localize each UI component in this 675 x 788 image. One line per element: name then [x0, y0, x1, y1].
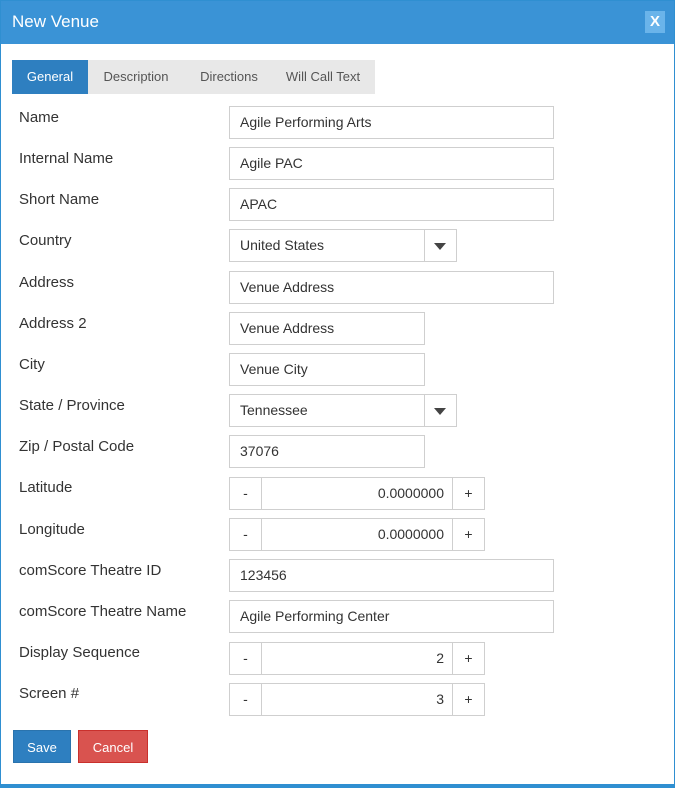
screen-input[interactable]: 3 [262, 684, 452, 715]
screen-stepper: - 3 + [229, 683, 485, 716]
screen-label: Screen # [19, 685, 80, 702]
close-icon[interactable]: X [645, 11, 665, 33]
short-name-field[interactable]: APAC [229, 188, 554, 221]
longitude-decrement-button[interactable]: - [230, 519, 262, 550]
tab-bar: General Description Directions Will Call… [12, 60, 375, 94]
state-value: Tennessee [240, 402, 308, 418]
tab-general[interactable]: General [12, 60, 88, 94]
screen-increment-button[interactable]: + [452, 684, 484, 715]
longitude-input[interactable]: 0.0000000 [262, 519, 452, 550]
internal-name-label: Internal Name [19, 150, 114, 167]
cancel-button[interactable]: Cancel [78, 730, 148, 763]
country-select[interactable]: United States [229, 229, 457, 262]
zip-label: Zip / Postal Code [19, 438, 135, 455]
tab-directions[interactable]: Directions [187, 60, 271, 94]
zip-field[interactable]: 37076 [229, 435, 425, 468]
name-field[interactable]: Agile Performing Arts [229, 106, 554, 139]
state-select[interactable]: Tennessee [229, 394, 457, 427]
address-label: Address [19, 274, 75, 291]
city-label: City [19, 356, 45, 373]
comscore-id-field[interactable]: 123456 [229, 559, 554, 592]
longitude-stepper: - 0.0000000 + [229, 518, 485, 551]
display-sequence-input[interactable]: 2 [262, 643, 452, 674]
latitude-decrement-button[interactable]: - [230, 478, 262, 509]
display-sequence-increment-button[interactable]: + [452, 643, 484, 674]
short-name-label: Short Name [19, 191, 100, 208]
comscore-name-label: comScore Theatre Name [19, 603, 187, 620]
latitude-stepper: - 0.0000000 + [229, 477, 485, 510]
address-field[interactable]: Venue Address [229, 271, 554, 304]
address2-field[interactable]: Venue Address [229, 312, 425, 345]
longitude-label: Longitude [19, 521, 85, 538]
city-field[interactable]: Venue City [229, 353, 425, 386]
country-label: Country [19, 232, 72, 249]
comscore-id-label: comScore Theatre ID [19, 562, 162, 579]
country-value: United States [240, 237, 325, 253]
chevron-down-icon[interactable] [424, 230, 456, 261]
state-label: State / Province [19, 397, 125, 414]
display-sequence-decrement-button[interactable]: - [230, 643, 262, 674]
latitude-label: Latitude [19, 479, 73, 496]
dialog-titlebar: New Venue X [1, 1, 674, 44]
comscore-name-field[interactable]: Agile Performing Center [229, 600, 554, 633]
display-sequence-stepper: - 2 + [229, 642, 485, 675]
address2-label: Address 2 [19, 315, 87, 332]
internal-name-field[interactable]: Agile PAC [229, 147, 554, 180]
latitude-increment-button[interactable]: + [452, 478, 484, 509]
screen-decrement-button[interactable]: - [230, 684, 262, 715]
display-sequence-label: Display Sequence [19, 644, 140, 661]
latitude-input[interactable]: 0.0000000 [262, 478, 452, 509]
name-label: Name [19, 109, 60, 126]
chevron-down-icon[interactable] [424, 395, 456, 426]
dialog-title: New Venue [12, 12, 99, 31]
tab-will-call-text[interactable]: Will Call Text [275, 60, 371, 94]
tab-description[interactable]: Description [91, 60, 181, 94]
longitude-increment-button[interactable]: + [452, 519, 484, 550]
save-button[interactable]: Save [13, 730, 71, 763]
